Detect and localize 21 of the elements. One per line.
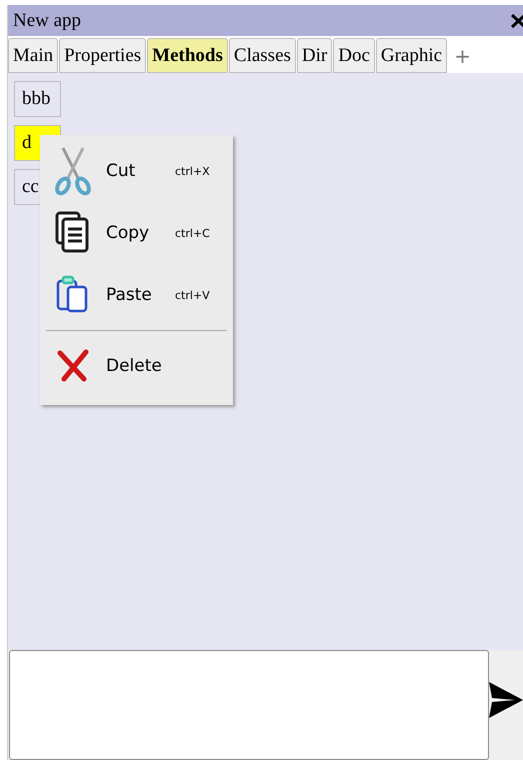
tab[interactable]: Properties <box>59 38 146 73</box>
menu-item[interactable]: Delete <box>106 356 175 376</box>
close-icon[interactable] <box>511 14 523 28</box>
scissors-icon <box>53 146 93 196</box>
add-tab-button[interactable]: + <box>448 44 471 68</box>
menu-item[interactable]: Cut <box>106 161 175 181</box>
method-item[interactable]: bbb <box>14 81 61 117</box>
shortcut-text: ctrl+C <box>175 226 210 240</box>
shortcut-text: ctrl+V <box>175 288 210 302</box>
tab[interactable]: Dir <box>296 38 332 73</box>
tab[interactable]: Main <box>8 38 58 73</box>
tab[interactable]: Classes <box>228 38 296 73</box>
cross-icon <box>56 349 90 383</box>
menu-item[interactable]: Copy <box>106 223 175 243</box>
input-field[interactable] <box>9 650 489 760</box>
tab[interactable]: Doc <box>333 38 375 73</box>
shortcut-text: ctrl+X <box>175 164 210 178</box>
tab[interactable]: Graphic <box>376 38 448 73</box>
menu-item[interactable]: Paste <box>106 285 175 305</box>
tab[interactable]: Methods <box>147 38 228 73</box>
window-title: New app <box>13 10 82 32</box>
